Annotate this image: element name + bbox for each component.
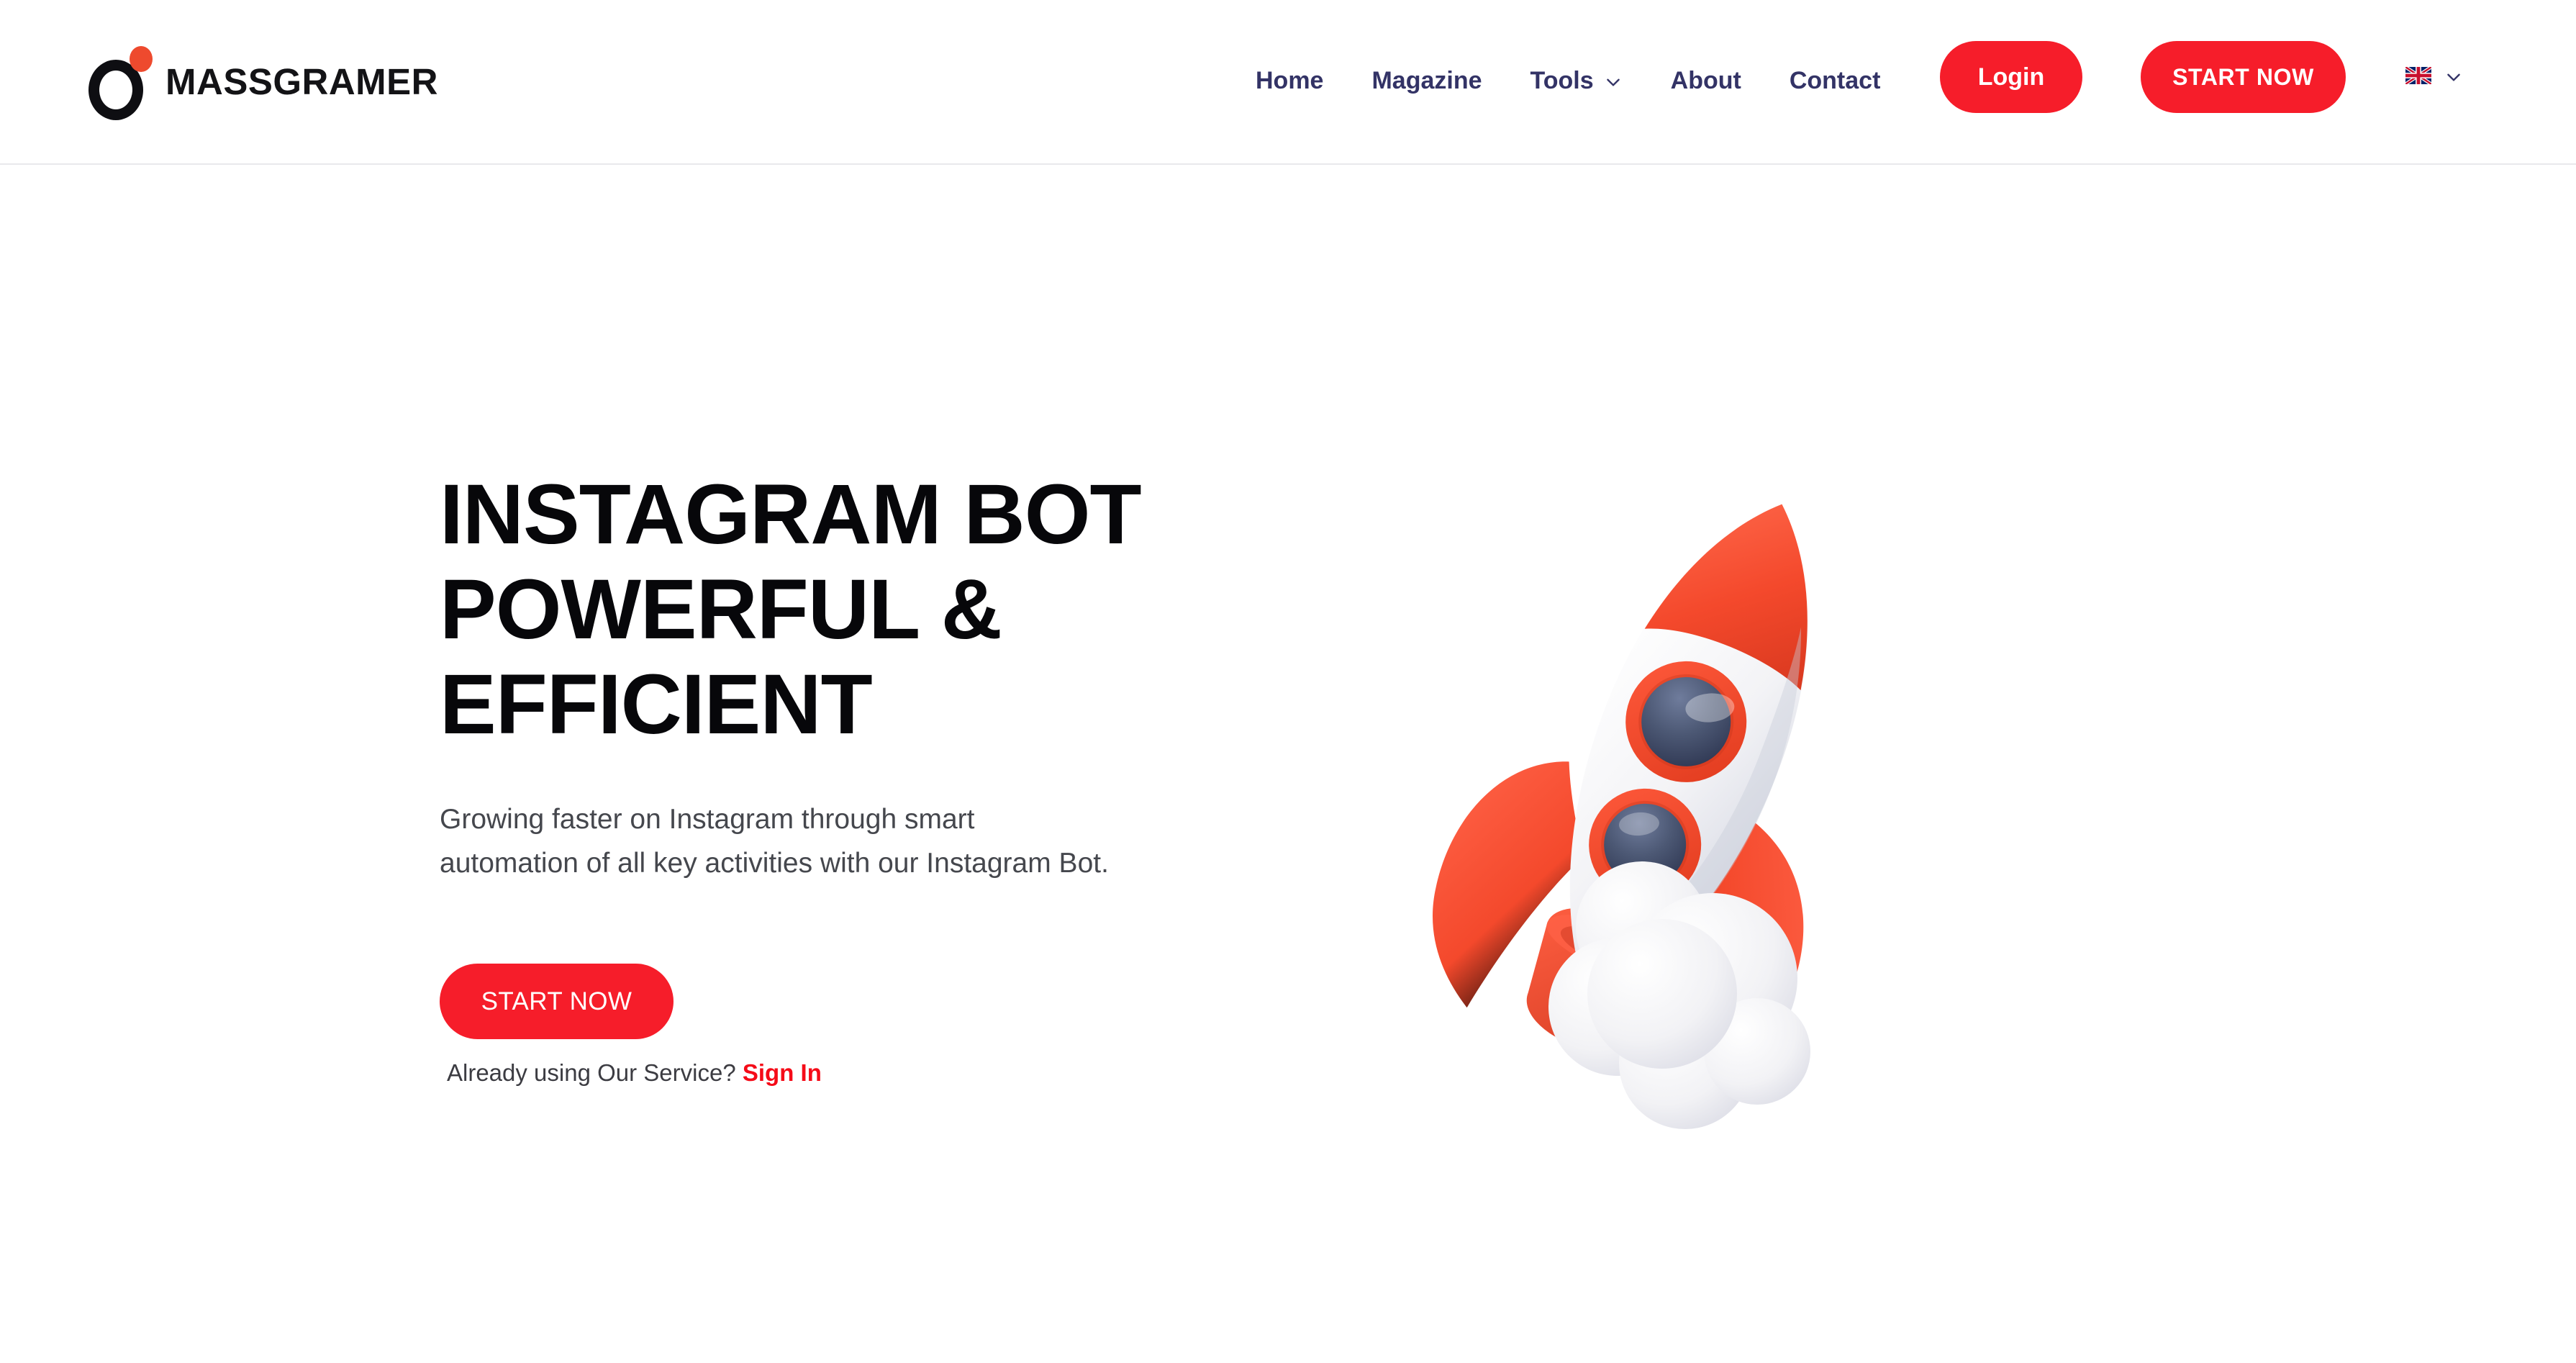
signin-prompt: Already using Our Service? [447, 1059, 736, 1087]
nav-item-label: Magazine [1371, 67, 1482, 94]
uk-flag-icon [2405, 67, 2431, 84]
hero-copy: INSTAGRAM BOT POWERFUL & EFFICIENT Growi… [440, 467, 1231, 1087]
start-now-button-hero[interactable]: START NOW [440, 964, 674, 1040]
nav-item-label: Tools [1530, 67, 1594, 94]
rocket-illustration [1432, 460, 1936, 1129]
logo-dot-icon [130, 46, 153, 72]
page-title: INSTAGRAM BOT POWERFUL & EFFICIENT [440, 467, 1142, 753]
brand-logo[interactable]: MASSGRAMER [85, 42, 438, 121]
nav-item-magazine[interactable]: Magazine [1371, 65, 1482, 96]
chevron-down-icon [1604, 73, 1623, 91]
sign-in-link[interactable]: Sign In [743, 1059, 822, 1086]
nav-item-about[interactable]: About [1671, 65, 1741, 96]
language-selector[interactable] [2405, 66, 2463, 85]
signin-row: Already using Our Service? Sign In [447, 1059, 1231, 1087]
nav-item-label: Contact [1789, 67, 1881, 94]
site-header: MASSGRAMER Home Magazine Tools About Con… [0, 0, 2576, 165]
hero-section: INSTAGRAM BOT POWERFUL & EFFICIENT Growi… [0, 165, 2576, 1363]
landing-page: MASSGRAMER Home Magazine Tools About Con… [0, 0, 2576, 1363]
nav-item-home[interactable]: Home [1256, 65, 1323, 96]
nav-item-label: About [1670, 67, 1741, 94]
main-nav: Home Magazine Tools About Contact [1256, 65, 1880, 96]
start-now-button-header[interactable]: START NOW [2141, 41, 2346, 113]
nav-item-tools[interactable]: Tools [1530, 65, 1623, 96]
logo-mark-icon [85, 44, 160, 120]
chevron-down-icon [2444, 68, 2463, 86]
brand-name: MASSGRAMER [165, 60, 439, 102]
nav-item-contact[interactable]: Contact [1790, 65, 1881, 96]
hero-subtitle: Growing faster on Instagram through smar… [440, 804, 1109, 879]
login-button[interactable]: Login [1940, 41, 2082, 113]
nav-item-label: Home [1256, 67, 1324, 94]
